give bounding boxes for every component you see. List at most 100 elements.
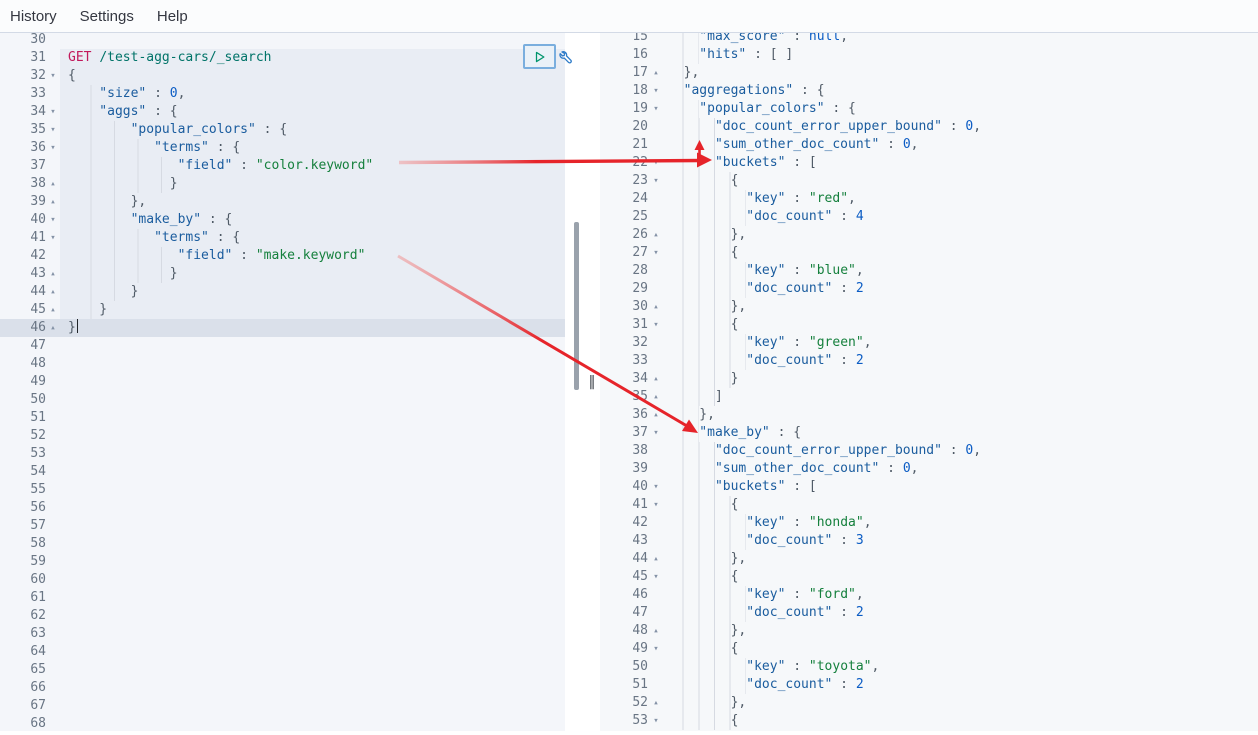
code-line[interactable]: 34▴} xyxy=(600,370,1258,388)
code-line[interactable]: 42"field" : "make.keyword" xyxy=(0,247,565,265)
code-line[interactable]: 42"key" : "honda", xyxy=(600,514,1258,532)
fold-open-icon[interactable]: ▾ xyxy=(648,496,664,514)
code-line[interactable]: 43"doc_count" : 3 xyxy=(600,532,1258,550)
code-line[interactable]: 16"hits" : [ ] xyxy=(600,46,1258,64)
code-line[interactable]: 48 xyxy=(0,355,565,373)
fold-open-icon[interactable]: ▾ xyxy=(648,172,664,190)
code-line[interactable]: 37▾"make_by" : { xyxy=(600,424,1258,442)
fold-close-icon[interactable]: ▴ xyxy=(648,370,664,388)
fold-close-icon[interactable]: ▴ xyxy=(46,283,60,301)
code-line[interactable]: 67 xyxy=(0,697,565,715)
code-line[interactable]: 32▾{ xyxy=(0,67,565,85)
code-line[interactable]: 52 xyxy=(0,427,565,445)
fold-open-icon[interactable]: ▾ xyxy=(648,478,664,496)
fold-close-icon[interactable]: ▴ xyxy=(648,622,664,640)
menu-item-history[interactable]: History xyxy=(10,8,57,25)
fold-close-icon[interactable]: ▴ xyxy=(648,388,664,406)
fold-open-icon[interactable]: ▾ xyxy=(648,316,664,334)
menu-item-help[interactable]: Help xyxy=(157,8,188,25)
code-line[interactable]: 58 xyxy=(0,535,565,553)
fold-open-icon[interactable]: ▾ xyxy=(648,712,664,730)
code-line[interactable]: 50"key" : "toyota", xyxy=(600,658,1258,676)
code-line[interactable]: 49 xyxy=(0,373,565,391)
fold-close-icon[interactable]: ▴ xyxy=(648,64,664,82)
code-line[interactable]: 41▾"terms" : { xyxy=(0,229,565,247)
code-line[interactable]: 27▾{ xyxy=(600,244,1258,262)
code-line[interactable]: 25"doc_count" : 4 xyxy=(600,208,1258,226)
fold-close-icon[interactable]: ▴ xyxy=(648,550,664,568)
fold-open-icon[interactable]: ▾ xyxy=(46,67,60,85)
fold-open-icon[interactable]: ▾ xyxy=(648,244,664,262)
code-line[interactable]: 30▴}, xyxy=(600,298,1258,316)
code-line[interactable]: 32"key" : "green", xyxy=(600,334,1258,352)
fold-open-icon[interactable]: ▾ xyxy=(648,640,664,658)
code-line[interactable]: 55 xyxy=(0,481,565,499)
code-line[interactable]: 48▴}, xyxy=(600,622,1258,640)
code-line[interactable]: 45▾{ xyxy=(600,568,1258,586)
code-line[interactable]: 24"key" : "red", xyxy=(600,190,1258,208)
code-line[interactable]: 63 xyxy=(0,625,565,643)
request-editor-pane[interactable]: 3031GET /test-agg-cars/_search32▾{33"siz… xyxy=(0,33,600,731)
menu-item-settings[interactable]: Settings xyxy=(80,8,134,25)
code-line[interactable]: 18▾"aggregations" : { xyxy=(600,82,1258,100)
code-line[interactable]: 47"doc_count" : 2 xyxy=(600,604,1258,622)
code-line[interactable]: 35▴] xyxy=(600,388,1258,406)
code-line[interactable]: 53 xyxy=(0,445,565,463)
fold-open-icon[interactable]: ▾ xyxy=(46,121,60,139)
code-line[interactable]: 31▾{ xyxy=(600,316,1258,334)
code-line[interactable]: 65 xyxy=(0,661,565,679)
code-line[interactable]: 44▴} xyxy=(0,283,565,301)
fold-open-icon[interactable]: ▾ xyxy=(46,139,60,157)
code-line[interactable]: 31GET /test-agg-cars/_search xyxy=(0,49,565,67)
request-options-button[interactable] xyxy=(554,45,574,67)
code-line[interactable]: 22▾"buckets" : [ xyxy=(600,154,1258,172)
editor-scrollbar-thumb[interactable] xyxy=(574,222,579,390)
code-line[interactable]: 23▾{ xyxy=(600,172,1258,190)
code-line[interactable]: 45▴} xyxy=(0,301,565,319)
fold-close-icon[interactable]: ▴ xyxy=(46,175,60,193)
code-line[interactable]: 56 xyxy=(0,499,565,517)
code-line[interactable]: 35▾"popular_colors" : { xyxy=(0,121,565,139)
code-line[interactable]: 64 xyxy=(0,643,565,661)
code-line[interactable]: 39"sum_other_doc_count" : 0, xyxy=(600,460,1258,478)
fold-close-icon[interactable]: ▴ xyxy=(46,301,60,319)
fold-close-icon[interactable]: ▴ xyxy=(46,193,60,211)
fold-open-icon[interactable]: ▾ xyxy=(648,100,664,118)
code-line[interactable]: 41▾{ xyxy=(600,496,1258,514)
fold-open-icon[interactable]: ▾ xyxy=(46,211,60,229)
code-line[interactable]: 20"doc_count_error_upper_bound" : 0, xyxy=(600,118,1258,136)
fold-close-icon[interactable]: ▴ xyxy=(46,265,60,283)
code-line[interactable]: 29"doc_count" : 2 xyxy=(600,280,1258,298)
code-line[interactable]: 40▾"buckets" : [ xyxy=(600,478,1258,496)
code-line[interactable]: 26▴}, xyxy=(600,226,1258,244)
fold-open-icon[interactable]: ▾ xyxy=(648,424,664,442)
code-line[interactable]: 30 xyxy=(0,33,565,49)
code-line[interactable]: 51"doc_count" : 2 xyxy=(600,676,1258,694)
send-request-button[interactable] xyxy=(523,44,556,69)
code-line[interactable]: 52▴}, xyxy=(600,694,1258,712)
code-line[interactable]: 17▴}, xyxy=(600,64,1258,82)
code-line[interactable]: 38"doc_count_error_upper_bound" : 0, xyxy=(600,442,1258,460)
code-line[interactable]: 49▾{ xyxy=(600,640,1258,658)
code-line[interactable]: 28"key" : "blue", xyxy=(600,262,1258,280)
fold-close-icon[interactable]: ▴ xyxy=(648,406,664,424)
code-line[interactable]: 51 xyxy=(0,409,565,427)
code-line[interactable]: 36▴}, xyxy=(600,406,1258,424)
code-line[interactable]: 47 xyxy=(0,337,565,355)
fold-open-icon[interactable]: ▾ xyxy=(648,82,664,100)
fold-close-icon[interactable]: ▴ xyxy=(648,226,664,244)
code-line[interactable]: 37"field" : "color.keyword" xyxy=(0,157,565,175)
fold-open-icon[interactable]: ▾ xyxy=(648,568,664,586)
code-line[interactable]: 43▴} xyxy=(0,265,565,283)
code-line[interactable]: 36▾"terms" : { xyxy=(0,139,565,157)
code-line[interactable]: 66 xyxy=(0,679,565,697)
code-line[interactable]: 19▾"popular_colors" : { xyxy=(600,100,1258,118)
code-line[interactable]: 33"doc_count" : 2 xyxy=(600,352,1258,370)
code-line[interactable]: 21"sum_other_doc_count" : 0, xyxy=(600,136,1258,154)
code-line[interactable]: 39▴}, xyxy=(0,193,565,211)
code-line[interactable]: 53▾{ xyxy=(600,712,1258,730)
code-line[interactable]: 60 xyxy=(0,571,565,589)
fold-close-icon[interactable]: ▴ xyxy=(46,319,60,337)
code-line[interactable]: 54 xyxy=(0,463,565,481)
code-line[interactable]: 61 xyxy=(0,589,565,607)
